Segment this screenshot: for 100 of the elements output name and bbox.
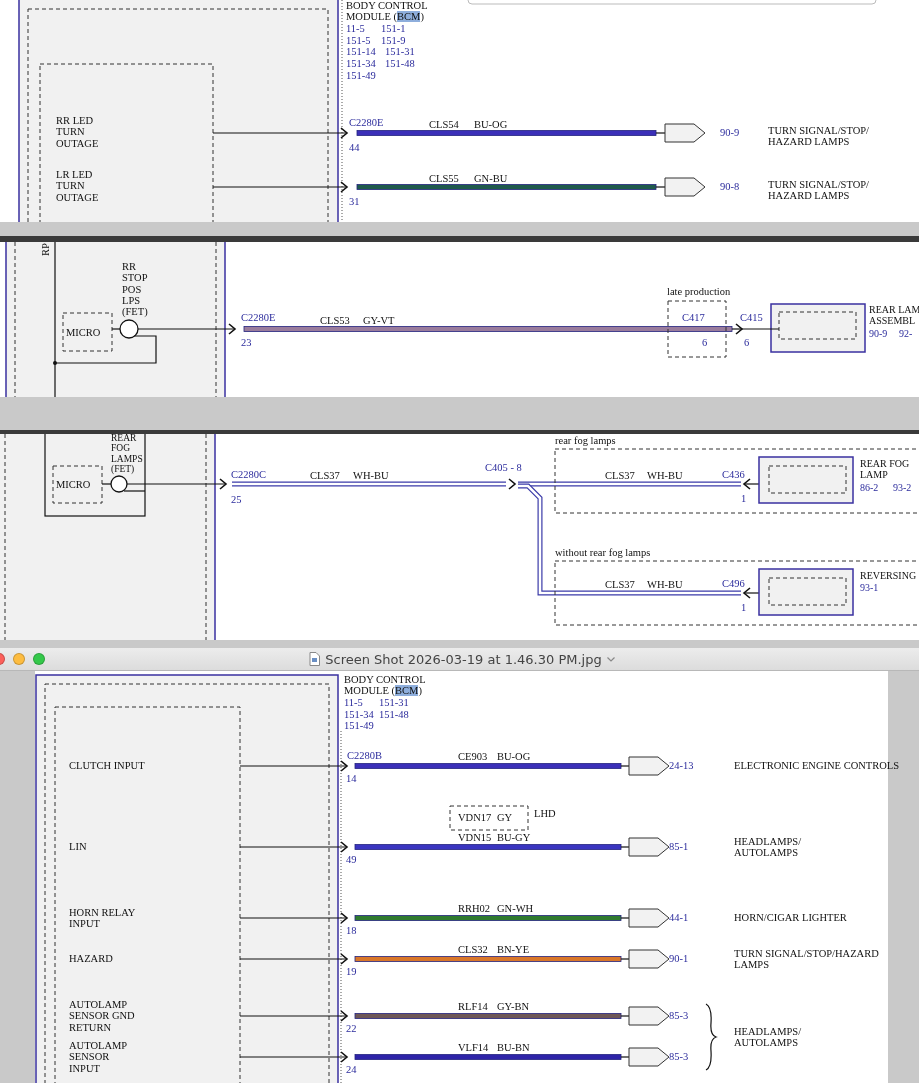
circuit-label: CLS32 [458, 944, 488, 956]
ref-number: 151-49 [346, 69, 376, 82]
pin-number: 19 [346, 966, 357, 978]
transistor-icon [110, 475, 128, 493]
module-title: BODY CONTROL [344, 674, 426, 686]
ref-number: 151-31 [385, 46, 415, 58]
destination-label: TURN SIGNAL/STOP/ HAZARD LAMPS [768, 125, 870, 148]
signal-label: RR STOP POS LPS (FET) [122, 261, 148, 318]
signal-label: LR LED TURN OUTAGE [56, 169, 99, 203]
micro-outline [62, 312, 113, 352]
wire-color-code: WH-BU [353, 470, 389, 482]
circuit-label: VDN17 [458, 812, 492, 824]
window-title: Screen Shot 2026-03-19 at 1.46.30 PM.jpg [325, 651, 602, 667]
wire-color-code: BU-GY [497, 832, 531, 844]
wire-color-code: BU-OG [474, 119, 508, 131]
ground-line [123, 490, 146, 492]
ref-number: 85-3 [669, 1010, 689, 1022]
signal-label: HAZARD [69, 953, 113, 965]
signal-label: AUTOLAMP SENSOR GND RETURN [69, 999, 135, 1033]
connector-label: C496 [722, 578, 745, 590]
connector-label: C2280E [349, 117, 384, 129]
ref-number: 86-2 [860, 483, 879, 494]
pin-number: 44 [349, 142, 360, 154]
circuit-label: CE903 [458, 751, 488, 763]
signal-line [620, 1015, 630, 1017]
destination-label: HEADLAMPS/ AUTOLAMPS [734, 1025, 802, 1049]
circuit-label: CLS54 [429, 119, 459, 131]
wire-color-code: BN-YE [497, 944, 530, 956]
ref-number: 85-1 [669, 841, 689, 853]
pin-number: 18 [346, 925, 357, 937]
ref-number: 151-48 [379, 708, 409, 720]
ref-number: 44-1 [669, 912, 689, 924]
circuit-label: CLS55 [429, 173, 459, 185]
signal-label: RR LED TURN OUTAGE [56, 115, 99, 149]
ref-number: 93-2 [893, 483, 912, 494]
transistor-icon [119, 319, 139, 339]
circuit-label: RLF14 [458, 1001, 488, 1013]
ref-number: 92- [899, 329, 913, 340]
connector-label: C417 [682, 312, 705, 324]
micro-outline [52, 465, 103, 504]
zoom-button[interactable] [33, 653, 45, 665]
variant-note: late production [667, 286, 731, 298]
pin-number: 1 [741, 493, 747, 505]
signal-line [111, 328, 121, 330]
variant-note: without rear fog lamps [555, 547, 651, 559]
module-title: MODULE (BCM) [346, 11, 424, 23]
ref-number: 11-5 [346, 23, 365, 35]
ref-number: 151-9 [381, 34, 406, 46]
circuit-label: CLS37 [605, 579, 635, 591]
ref-number: 11-5 [344, 697, 363, 709]
wire-color-code: WH-BU [647, 579, 683, 591]
circuit-label: CLS37 [310, 470, 340, 482]
signal-label: AUTOLAMP SENSOR INPUT [69, 1040, 128, 1074]
variant-note: rear fog lamps [555, 435, 616, 447]
ref-number: 151-31 [379, 697, 409, 709]
chevron-down-icon[interactable] [606, 656, 615, 662]
signal-line [655, 132, 666, 134]
wire-color-code: BU-OG [497, 751, 531, 763]
pin-number: 6 [744, 337, 750, 349]
signal-line [620, 1056, 630, 1058]
document-icon [309, 652, 321, 666]
connector-tag [664, 123, 706, 143]
pin-number: 14 [346, 773, 357, 785]
wire-color-code: BU-BN [497, 1042, 530, 1054]
circuit-label: CLS53 [320, 315, 350, 327]
variant-note: LHD [534, 808, 556, 820]
signal-line [620, 917, 630, 919]
destination-label: HORN/CIGAR LIGHTER [734, 912, 847, 924]
destination-label: ELECTRONIC ENGINE CONTROLS [734, 760, 900, 772]
module-title: BODY CONTROL [346, 0, 428, 12]
connector-label: C2280B [347, 750, 382, 762]
splice-label: C405 - 8 [485, 462, 522, 474]
connector-label: C2280E [241, 312, 276, 324]
wire-color-code: GY-BN [497, 1001, 530, 1013]
minimize-button[interactable] [13, 653, 25, 665]
destination-label: TURN SIGNAL/STOP/HAZARD LAMPS [734, 947, 879, 971]
circuit-label: VLF14 [458, 1042, 489, 1054]
ref-number: 90-9 [720, 127, 740, 139]
signal-label: LIN [69, 841, 87, 853]
ref-number: 151-34 [346, 58, 376, 70]
brace-icon [705, 1003, 717, 1071]
circuit-label: VDN15 [458, 832, 492, 844]
signal-line [620, 765, 630, 767]
micro-label: MICRO [56, 479, 91, 491]
pin-number: 24 [346, 1064, 357, 1076]
ref-number: 93-1 [860, 583, 879, 594]
ref-number: 90-9 [869, 329, 888, 340]
pin-number: 1 [741, 602, 747, 614]
destination-label: HEADLAMPS/ AUTOLAMPS [734, 835, 802, 859]
wire-color-code: GY [497, 812, 513, 824]
signal-label: HORN RELAY INPUT [69, 906, 136, 930]
pin-number: 6 [702, 337, 708, 349]
inline-connector-outline [667, 300, 727, 358]
signal-label: CLUTCH INPUT [69, 760, 145, 772]
ref-number: 151-49 [344, 720, 374, 732]
ref-number: 151-48 [385, 58, 415, 70]
signal-line [101, 483, 112, 485]
connector-label: C415 [740, 312, 763, 324]
micro-label: MICRO [66, 327, 101, 339]
ref-number: 85-3 [669, 1051, 689, 1063]
